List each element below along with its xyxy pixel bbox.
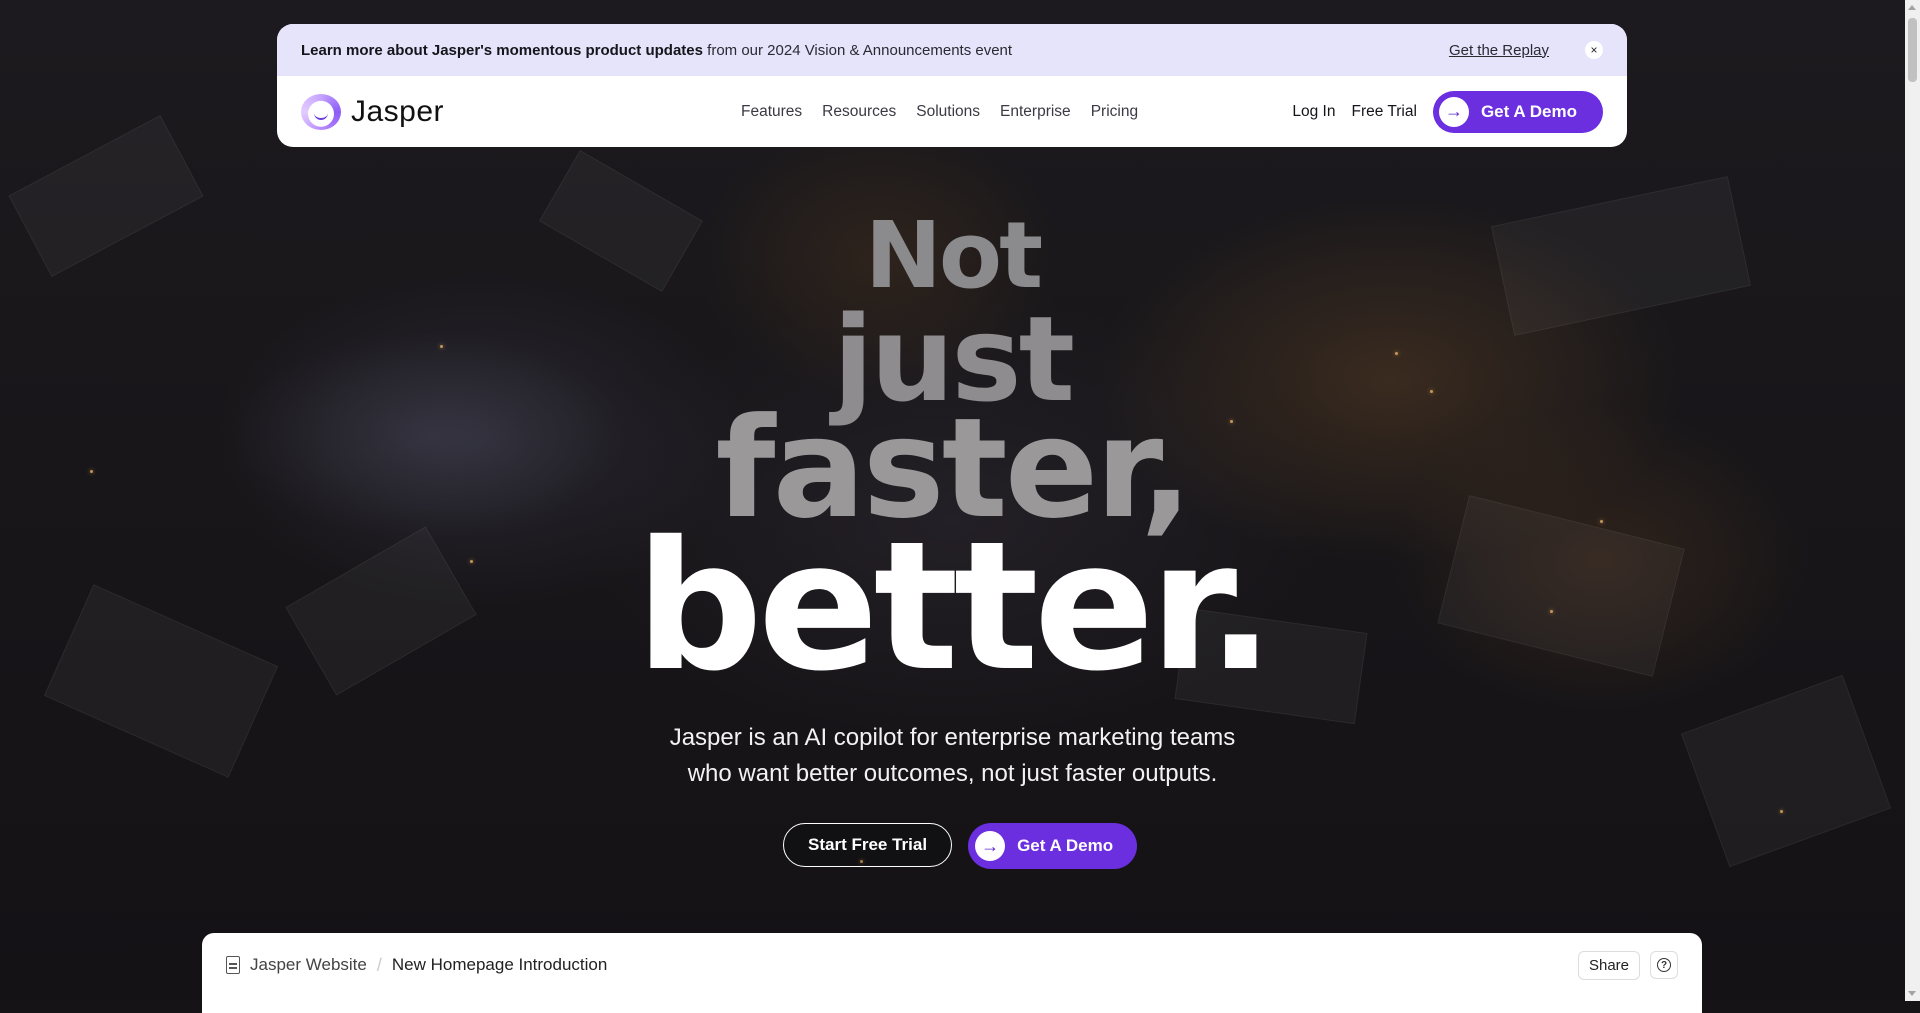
- scroll-up-icon[interactable]: [1908, 5, 1916, 10]
- editor-toolbar: Jasper Website / New Homepage Introducti…: [202, 933, 1702, 997]
- nav-item-solutions[interactable]: Solutions: [916, 103, 980, 121]
- nav-actions: Log In Free Trial → Get A Demo: [1292, 76, 1603, 147]
- hero-cta-group: Start Free Trial → Get A Demo: [783, 823, 1138, 869]
- get-demo-button[interactable]: → Get A Demo: [1432, 90, 1603, 133]
- city-light: [1780, 810, 1783, 813]
- nav-item-features[interactable]: Features: [741, 103, 802, 121]
- logo-text: Jasper: [351, 94, 445, 128]
- announcement-bar: Learn more about Jasper's momentous prod…: [277, 24, 1627, 76]
- announcement-rest: from our 2024 Vision & Announcements eve…: [702, 41, 1013, 59]
- hero-subtitle-line-2: who want better outcomes, not just faste…: [687, 760, 1218, 787]
- arrow-right-icon: →: [975, 831, 1006, 861]
- document-icon: [226, 956, 240, 974]
- hero-get-demo-button[interactable]: → Get A Demo: [968, 823, 1138, 869]
- breadcrumb-document[interactable]: New Homepage Introduction: [392, 955, 607, 975]
- editor-actions: Share ?: [1577, 950, 1678, 980]
- announcement-bold: Learn more about Jasper's momentous prod…: [301, 41, 703, 59]
- page-scrollbar[interactable]: [1905, 0, 1920, 1001]
- jasper-logo-icon: [301, 93, 341, 130]
- close-icon[interactable]: ×: [1585, 41, 1603, 59]
- login-link[interactable]: Log In: [1292, 103, 1335, 121]
- get-demo-label: Get A Demo: [1480, 101, 1577, 121]
- breadcrumb-separator: /: [376, 954, 382, 975]
- get-replay-link[interactable]: Get the Replay: [1449, 42, 1549, 59]
- scroll-thumb[interactable]: [1908, 18, 1917, 82]
- nav-menu: Features Resources Solutions Enterprise …: [741, 76, 1138, 147]
- share-button[interactable]: Share: [1577, 950, 1640, 980]
- help-icon: ?: [1657, 958, 1671, 972]
- logo[interactable]: Jasper: [301, 93, 445, 130]
- editor-preview: Jasper Website / New Homepage Introducti…: [202, 933, 1702, 1013]
- hero-line-1: Not: [864, 202, 1043, 309]
- start-free-trial-button[interactable]: Start Free Trial: [783, 823, 953, 867]
- nav-item-resources[interactable]: Resources: [822, 103, 896, 121]
- hero-subtitle: Jasper is an AI copilot for enterprise m…: [0, 720, 1905, 792]
- main-nav: Jasper Features Resources Solutions Ente…: [277, 76, 1627, 147]
- arrow-right-icon: →: [1438, 96, 1469, 127]
- nav-item-enterprise[interactable]: Enterprise: [1000, 103, 1071, 121]
- hero-get-demo-label: Get A Demo: [1017, 836, 1114, 855]
- scroll-down-icon[interactable]: [1908, 991, 1916, 996]
- help-button[interactable]: ?: [1650, 951, 1678, 979]
- free-trial-link[interactable]: Free Trial: [1351, 103, 1416, 121]
- hero-subtitle-line-1: Jasper is an AI copilot for enterprise m…: [669, 724, 1236, 751]
- top-header-card: Learn more about Jasper's momentous prod…: [277, 24, 1627, 147]
- hero-line-4: better.: [635, 503, 1274, 710]
- breadcrumb-project[interactable]: Jasper Website: [250, 955, 367, 975]
- nav-item-pricing[interactable]: Pricing: [1091, 103, 1138, 121]
- announcement-text: Learn more about Jasper's momentous prod…: [301, 42, 1449, 59]
